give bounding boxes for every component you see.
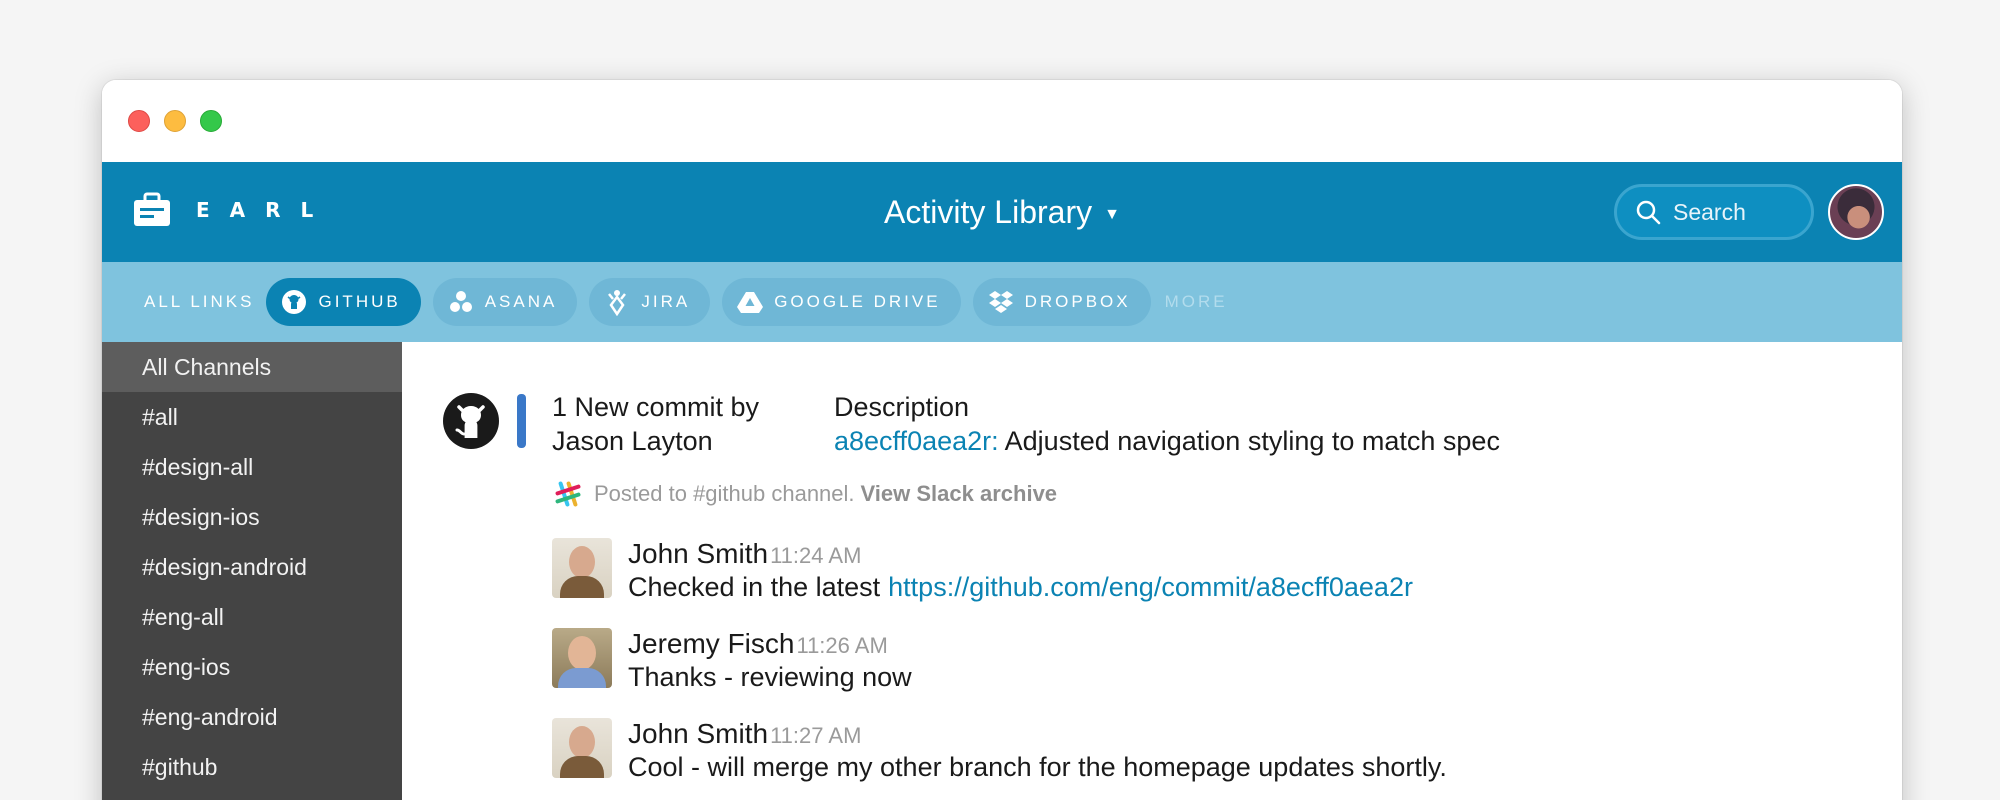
jira-icon	[608, 290, 627, 316]
page-title: Activity Library	[884, 194, 1093, 230]
link-tab-label: GOOGLE DRIVE	[774, 292, 941, 311]
message-timestamp: 11:27 AM	[770, 723, 862, 748]
link-tab-asana[interactable]: ASANA	[432, 278, 578, 326]
sidebar-item-design-ios[interactable]: #design-ios	[102, 492, 402, 542]
sidebar-item-github[interactable]: #github	[102, 742, 402, 792]
message-text: Checked in the latest	[628, 572, 881, 602]
sidebar-item-all[interactable]: #all	[102, 392, 402, 442]
message-text: Thanks - reviewing now	[628, 662, 912, 692]
link-tab-label: JIRA	[641, 292, 691, 311]
close-window-button[interactable]	[128, 110, 150, 132]
description-label: Description	[834, 392, 970, 422]
commit-author: Jason Layton	[552, 426, 713, 456]
posted-text: Posted to #github channel.	[594, 481, 855, 506]
slack-icon	[555, 481, 581, 507]
app-body: All Channels #all #design-all #design-io…	[102, 342, 1902, 800]
activity-accent-bar	[517, 394, 526, 448]
message-author[interactable]: Jeremy Fisch	[628, 628, 794, 659]
commit-message: Adjusted navigation styling to match spe…	[1004, 426, 1500, 456]
commit-hash-link[interactable]: a8ecff0aea2r:	[834, 426, 999, 456]
view-slack-archive-link[interactable]: View Slack archive	[861, 481, 1058, 507]
asana-icon	[449, 291, 472, 312]
dropbox-icon	[988, 291, 1013, 313]
avatar[interactable]	[552, 538, 612, 598]
posted-info: Posted to #github channel. View Slack ar…	[552, 478, 1057, 510]
link-tab-dropbox[interactable]: DROPBOX	[972, 278, 1151, 326]
sidebar-item-eng-ios[interactable]: #eng-ios	[102, 642, 402, 692]
minimize-window-button[interactable]	[164, 110, 186, 132]
commit-url-link[interactable]: https://github.com/eng/commit/a8ecff0aea…	[888, 572, 1413, 602]
message-author[interactable]: John Smith	[628, 538, 768, 569]
link-tab-github[interactable]: GITHUB	[266, 278, 421, 326]
message-timestamp: 11:26 AM	[796, 633, 888, 658]
search-box[interactable]	[1614, 184, 1814, 240]
links-bar: ALL LINKS GITHUB ASANA JIRA GOOGLE DRIVE…	[102, 262, 1902, 342]
channel-sidebar: All Channels #all #design-all #design-io…	[102, 342, 402, 800]
link-tab-google-drive[interactable]: GOOGLE DRIVE	[722, 278, 961, 326]
commit-count-text: 1 New commit by	[552, 392, 760, 422]
github-icon	[282, 290, 307, 314]
window-titlebar	[102, 80, 1902, 162]
google-drive-icon	[737, 292, 764, 313]
message-timestamp: 11:24 AM	[770, 543, 862, 568]
link-tab-label: ASANA	[484, 292, 558, 311]
activity-feed: 1 New commit by Jason Layton Description…	[402, 342, 1902, 800]
more-links-tab[interactable]: MORE	[1165, 292, 1228, 312]
github-icon	[443, 393, 499, 449]
sidebar-item-design-all[interactable]: #design-all	[102, 442, 402, 492]
user-avatar[interactable]	[1828, 184, 1884, 240]
search-icon	[1636, 200, 1661, 225]
search-input[interactable]	[1673, 198, 1803, 226]
avatar[interactable]	[552, 628, 612, 688]
commit-summary: 1 New commit by Jason Layton	[552, 390, 759, 458]
message-item: John Smith11:24 AM Checked in the latest…	[552, 538, 1413, 603]
link-tab-label: DROPBOX	[1024, 292, 1131, 311]
app-header: EARL Activity Library ▼	[102, 162, 1902, 262]
sidebar-item-all-channels[interactable]: All Channels	[102, 342, 402, 392]
caret-down-icon: ▼	[1104, 205, 1120, 223]
avatar[interactable]	[552, 718, 612, 778]
message-author[interactable]: John Smith	[628, 718, 768, 749]
link-tab-jira[interactable]: JIRA	[589, 278, 711, 326]
link-tab-label: GITHUB	[318, 292, 401, 311]
message-item: John Smith11:27 AM Cool - will merge my …	[552, 718, 1447, 783]
sidebar-item-design-android[interactable]: #design-android	[102, 542, 402, 592]
zoom-window-button[interactable]	[200, 110, 222, 132]
commit-description: Description a8ecff0aea2r: Adjusted navig…	[834, 390, 1500, 458]
app-window: EARL Activity Library▼ ALL LINKS GITHUB	[102, 80, 1902, 800]
all-links-tab[interactable]: ALL LINKS	[144, 292, 254, 312]
sidebar-item-eng-all[interactable]: #eng-all	[102, 592, 402, 642]
message-text: Cool - will merge my other branch for th…	[628, 752, 1447, 782]
message-item: Jeremy Fisch11:26 AM Thanks - reviewing …	[552, 628, 912, 693]
sidebar-item-eng-android[interactable]: #eng-android	[102, 692, 402, 742]
